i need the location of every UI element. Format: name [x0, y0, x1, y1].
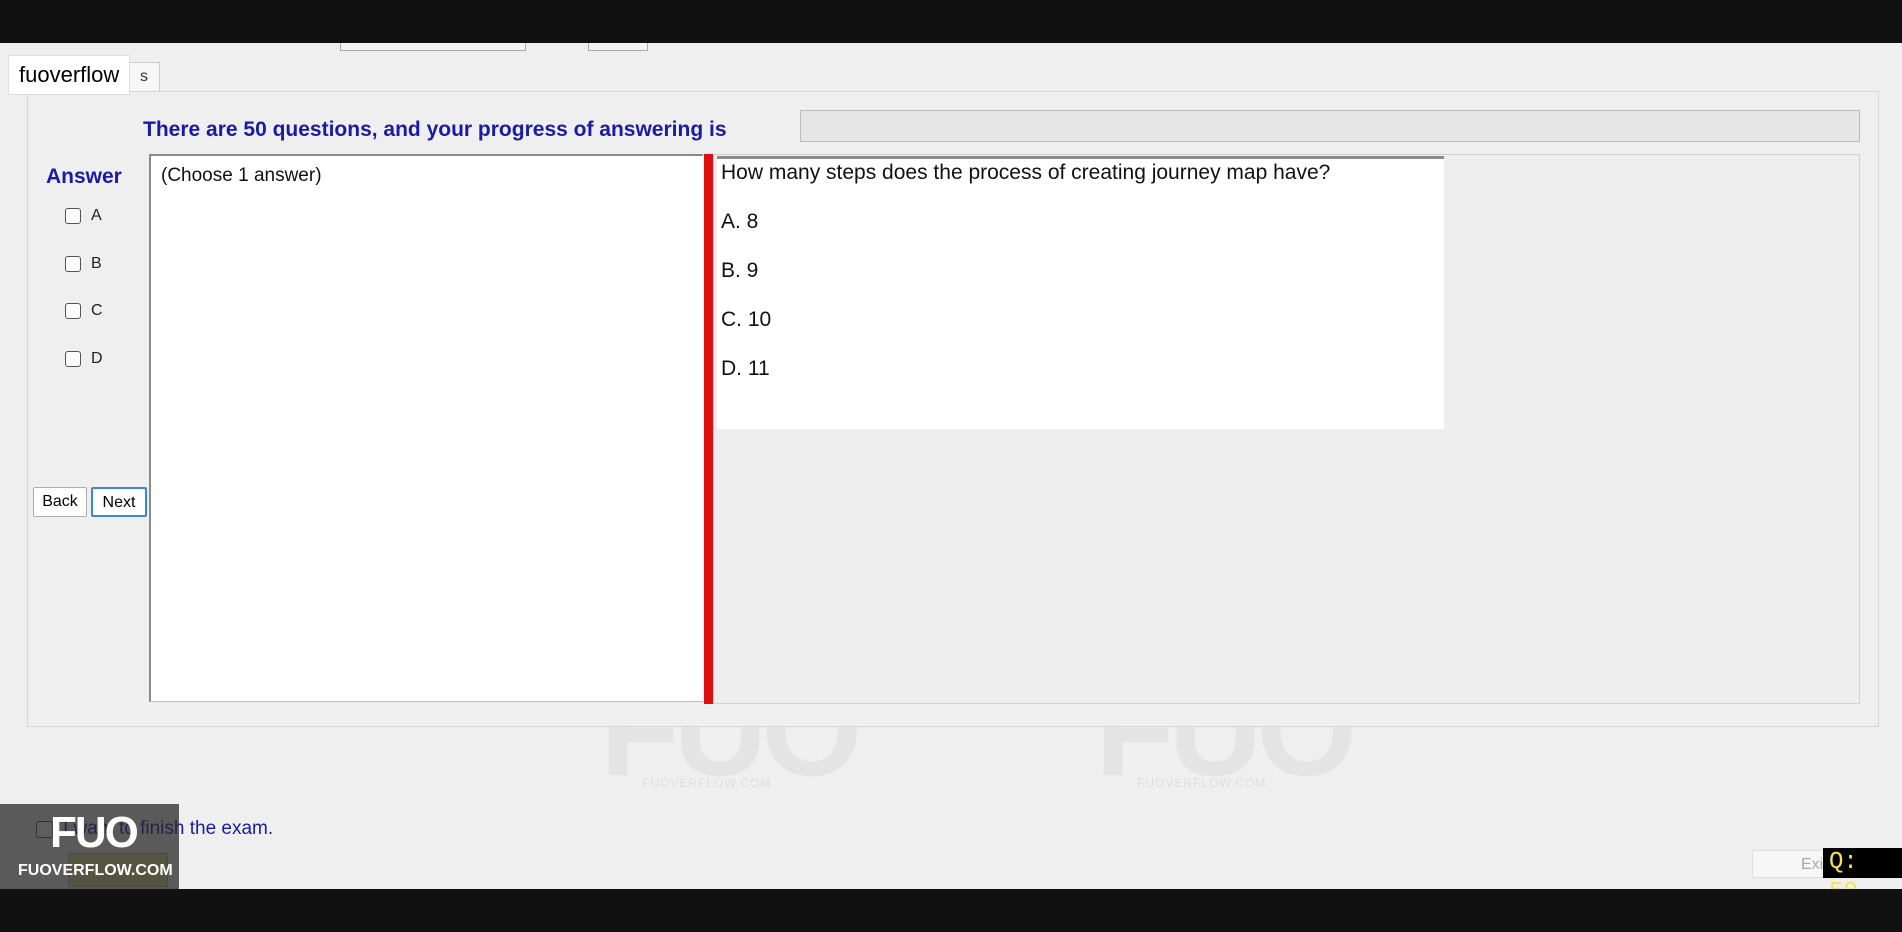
answer-option-label: C [91, 302, 103, 319]
watermark-site: FUOVERFLOW.COM [1137, 776, 1267, 790]
exit-button[interactable]: Exit [1752, 850, 1832, 878]
answer-option-c[interactable]: C [65, 302, 103, 320]
question-text: How many steps does the process of creat… [721, 161, 1331, 184]
question-panel: How many steps does the process of creat… [717, 156, 1444, 429]
tab-stub[interactable]: s [128, 62, 160, 91]
answer-option-label: D [91, 350, 103, 367]
answer-option-a[interactable]: A [65, 207, 102, 225]
checkbox[interactable] [65, 256, 81, 272]
question-choice: B. 9 [721, 259, 759, 282]
answer-panel: (Choose 1 answer) [149, 154, 703, 702]
top-letterbox-overlay [0, 0, 1902, 43]
fuo-logo-mark: FUO [50, 808, 139, 857]
question-number-badge: Q: 50 [1823, 848, 1902, 906]
next-button[interactable]: Next [91, 487, 147, 517]
answer-option-label: B [91, 255, 102, 272]
back-button[interactable]: Back [33, 487, 87, 517]
answer-option-label: A [91, 207, 102, 224]
bottom-letterbox [0, 889, 1902, 932]
question-choice: C. 10 [721, 308, 772, 331]
answer-option-d[interactable]: D [65, 350, 103, 368]
answer-hint: (Choose 1 answer) [161, 165, 322, 186]
progress-bar [800, 110, 1860, 142]
tab-label[interactable]: fuoverflow [8, 55, 131, 95]
checkbox[interactable] [65, 208, 81, 224]
panel-splitter[interactable] [704, 154, 713, 704]
checkbox[interactable] [65, 351, 81, 367]
fuo-logo-site: FUOVERFLOW.COM [18, 862, 173, 879]
answer-label: Answer [46, 165, 122, 188]
question-choice: D. 11 [721, 357, 770, 380]
watermark-site: FUOVERFLOW.COM [642, 776, 772, 790]
answer-option-b[interactable]: B [65, 255, 102, 273]
question-choice: A. 8 [721, 210, 759, 233]
checkbox[interactable] [65, 303, 81, 319]
fuo-logo: FUO FUOVERFLOW.COM [0, 804, 179, 889]
progress-text: There are 50 questions, and your progres… [143, 118, 727, 141]
